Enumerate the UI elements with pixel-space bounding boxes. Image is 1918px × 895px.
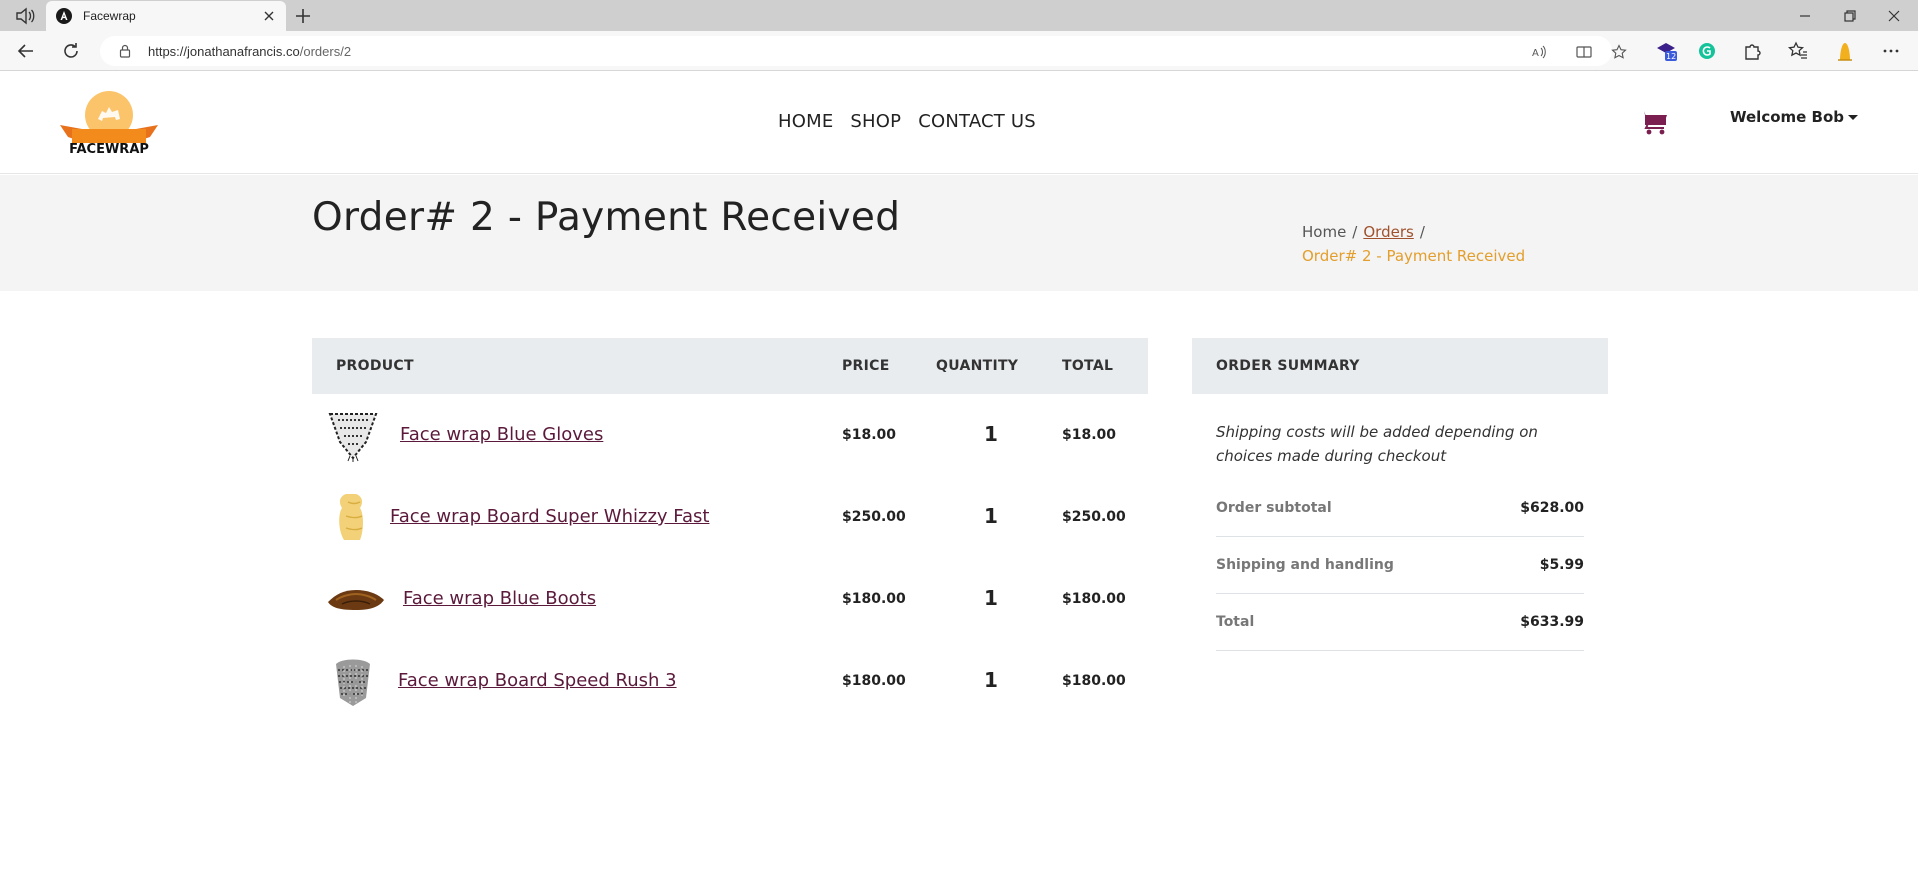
product-quantity: 1	[984, 422, 998, 446]
product-price: $250.00	[842, 509, 906, 525]
column-header-quantity: QUANTITY	[936, 358, 1019, 374]
main-nav: HOME SHOP CONTACT US	[778, 111, 1036, 132]
product-thumbnail-scarf-checkered[interactable]	[326, 408, 380, 462]
table-row: Face wrap Board Super Whizzy Fast $250.0…	[312, 476, 1148, 558]
column-header-total: TOTAL	[1062, 358, 1114, 374]
product-price: $180.00	[842, 673, 906, 689]
page-hero: Order# 2 - Payment Received Home / Orders /…	[0, 175, 1918, 291]
nav-shop[interactable]: SHOP	[850, 111, 901, 132]
summary-row-shipping: Shipping and handling $5.99	[1216, 537, 1584, 594]
caret-down-icon	[1848, 115, 1859, 120]
shopping-cart-icon[interactable]	[1638, 109, 1668, 135]
product-thumbnail-scarf-yellow[interactable]	[326, 490, 380, 544]
more-menu-icon[interactable]	[1880, 40, 1902, 62]
table-row: Face wrap Board Speed Rush 3 $180.00 1 $…	[312, 640, 1148, 722]
extensions-puzzle-icon[interactable]	[1741, 40, 1763, 62]
angular-favicon-icon	[56, 8, 72, 24]
user-menu-label: Welcome Bob	[1730, 108, 1845, 126]
url-host: https://jonathanafrancis.co	[148, 44, 300, 59]
svg-text:A: A	[1532, 48, 1539, 59]
product-total: $180.00	[1062, 673, 1126, 689]
product-quantity: 1	[984, 504, 998, 528]
breadcrumb-separator: /	[1419, 223, 1425, 241]
summary-row-subtotal: Order subtotal $628.00	[1216, 480, 1584, 537]
url-text[interactable]: https://jonathanafrancis.co/orders/2	[148, 44, 351, 59]
order-summary-title: ORDER SUMMARY	[1192, 338, 1608, 394]
product-price: $18.00	[842, 427, 897, 443]
subtotal-value: $628.00	[1520, 500, 1584, 516]
extension-badge-icon[interactable]: 12	[1655, 40, 1677, 62]
product-link[interactable]: Face wrap Blue Gloves	[400, 424, 603, 445]
breadcrumb-orders[interactable]: Orders	[1363, 223, 1413, 241]
product-total: $18.00	[1062, 427, 1117, 443]
product-link[interactable]: Face wrap Board Super Whizzy Fast	[390, 506, 709, 527]
logo-text: FACEWRAP	[69, 142, 149, 157]
back-arrow-icon[interactable]	[16, 41, 36, 61]
subtotal-label: Order subtotal	[1216, 500, 1332, 516]
lock-icon[interactable]	[118, 44, 132, 58]
minimize-icon[interactable]	[1795, 6, 1815, 26]
shipping-label: Shipping and handling	[1216, 557, 1394, 573]
breadcrumb-separator: /	[1352, 223, 1358, 241]
product-price: $180.00	[842, 591, 906, 607]
order-items-table: PRODUCT PRICE QUANTITY TOTAL Face wrap B…	[312, 338, 1148, 722]
product-total: $250.00	[1062, 509, 1126, 525]
extension-badge-count: 12	[1666, 52, 1676, 61]
nav-contact-us[interactable]: CONTACT US	[918, 111, 1036, 132]
product-total: $180.00	[1062, 591, 1126, 607]
browser-toolbar: https://jonathanafrancis.co/orders/2 A 1…	[0, 31, 1918, 71]
product-thumbnail-scarf-gray[interactable]	[326, 654, 380, 708]
shipping-note: Shipping costs will be added depending o…	[1216, 423, 1538, 465]
read-aloud-icon[interactable]: A	[1531, 44, 1547, 60]
breadcrumb-home[interactable]: Home	[1302, 223, 1346, 241]
user-menu-dropdown[interactable]: Welcome Bob	[1730, 108, 1859, 126]
url-path: /orders/2	[299, 44, 352, 59]
product-quantity: 1	[984, 668, 998, 692]
table-row: Face wrap Blue Gloves $18.00 1 $18.00	[312, 394, 1148, 476]
table-header: PRODUCT PRICE QUANTITY TOTAL	[312, 338, 1148, 394]
page-title: Order# 2 - Payment Received	[312, 195, 901, 240]
browser-tab-bar: Facewrap	[0, 0, 1918, 31]
product-quantity: 1	[984, 586, 998, 610]
product-thumbnail-scarf-brown[interactable]	[326, 572, 386, 626]
refresh-icon[interactable]	[61, 41, 81, 61]
order-summary: ORDER SUMMARY Shipping costs will be add…	[1192, 338, 1608, 651]
product-link[interactable]: Face wrap Board Speed Rush 3	[398, 670, 677, 691]
shipping-value: $5.99	[1539, 557, 1584, 573]
breadcrumb: Home / Orders / Order# 2 - Payment Received	[1302, 220, 1562, 268]
immersive-reader-icon[interactable]	[1576, 44, 1592, 60]
total-label: Total	[1216, 614, 1255, 630]
address-bar[interactable]: https://jonathanafrancis.co/orders/2 A	[100, 36, 1627, 66]
grammarly-icon[interactable]	[1696, 40, 1718, 62]
facewrap-logo[interactable]: FACEWRAP	[58, 89, 160, 157]
browser-tab[interactable]: Facewrap	[46, 1, 286, 31]
favorites-icon[interactable]	[1787, 40, 1809, 62]
close-window-icon[interactable]	[1884, 6, 1904, 26]
favorite-add-icon[interactable]	[1611, 44, 1627, 60]
product-link[interactable]: Face wrap Blue Boots	[403, 588, 596, 609]
total-value: $633.99	[1520, 614, 1584, 630]
column-header-price: PRICE	[842, 358, 890, 374]
table-row: Face wrap Blue Boots $180.00 1 $180.00	[312, 558, 1148, 640]
speaker-icon[interactable]	[14, 6, 36, 26]
summary-row-total: Total $633.99	[1216, 594, 1584, 651]
nav-home[interactable]: HOME	[778, 111, 833, 132]
column-header-product: PRODUCT	[336, 358, 414, 374]
profile-avatar-icon[interactable]	[1834, 40, 1856, 62]
new-tab-icon[interactable]	[292, 5, 314, 27]
restore-icon[interactable]	[1840, 6, 1860, 26]
tab-title: Facewrap	[83, 9, 136, 23]
breadcrumb-current: Order# 2 - Payment Received	[1302, 247, 1526, 265]
close-tab-icon[interactable]	[262, 9, 276, 23]
site-header: FACEWRAP HOME SHOP CONTACT US Welcome Bo…	[0, 71, 1918, 174]
